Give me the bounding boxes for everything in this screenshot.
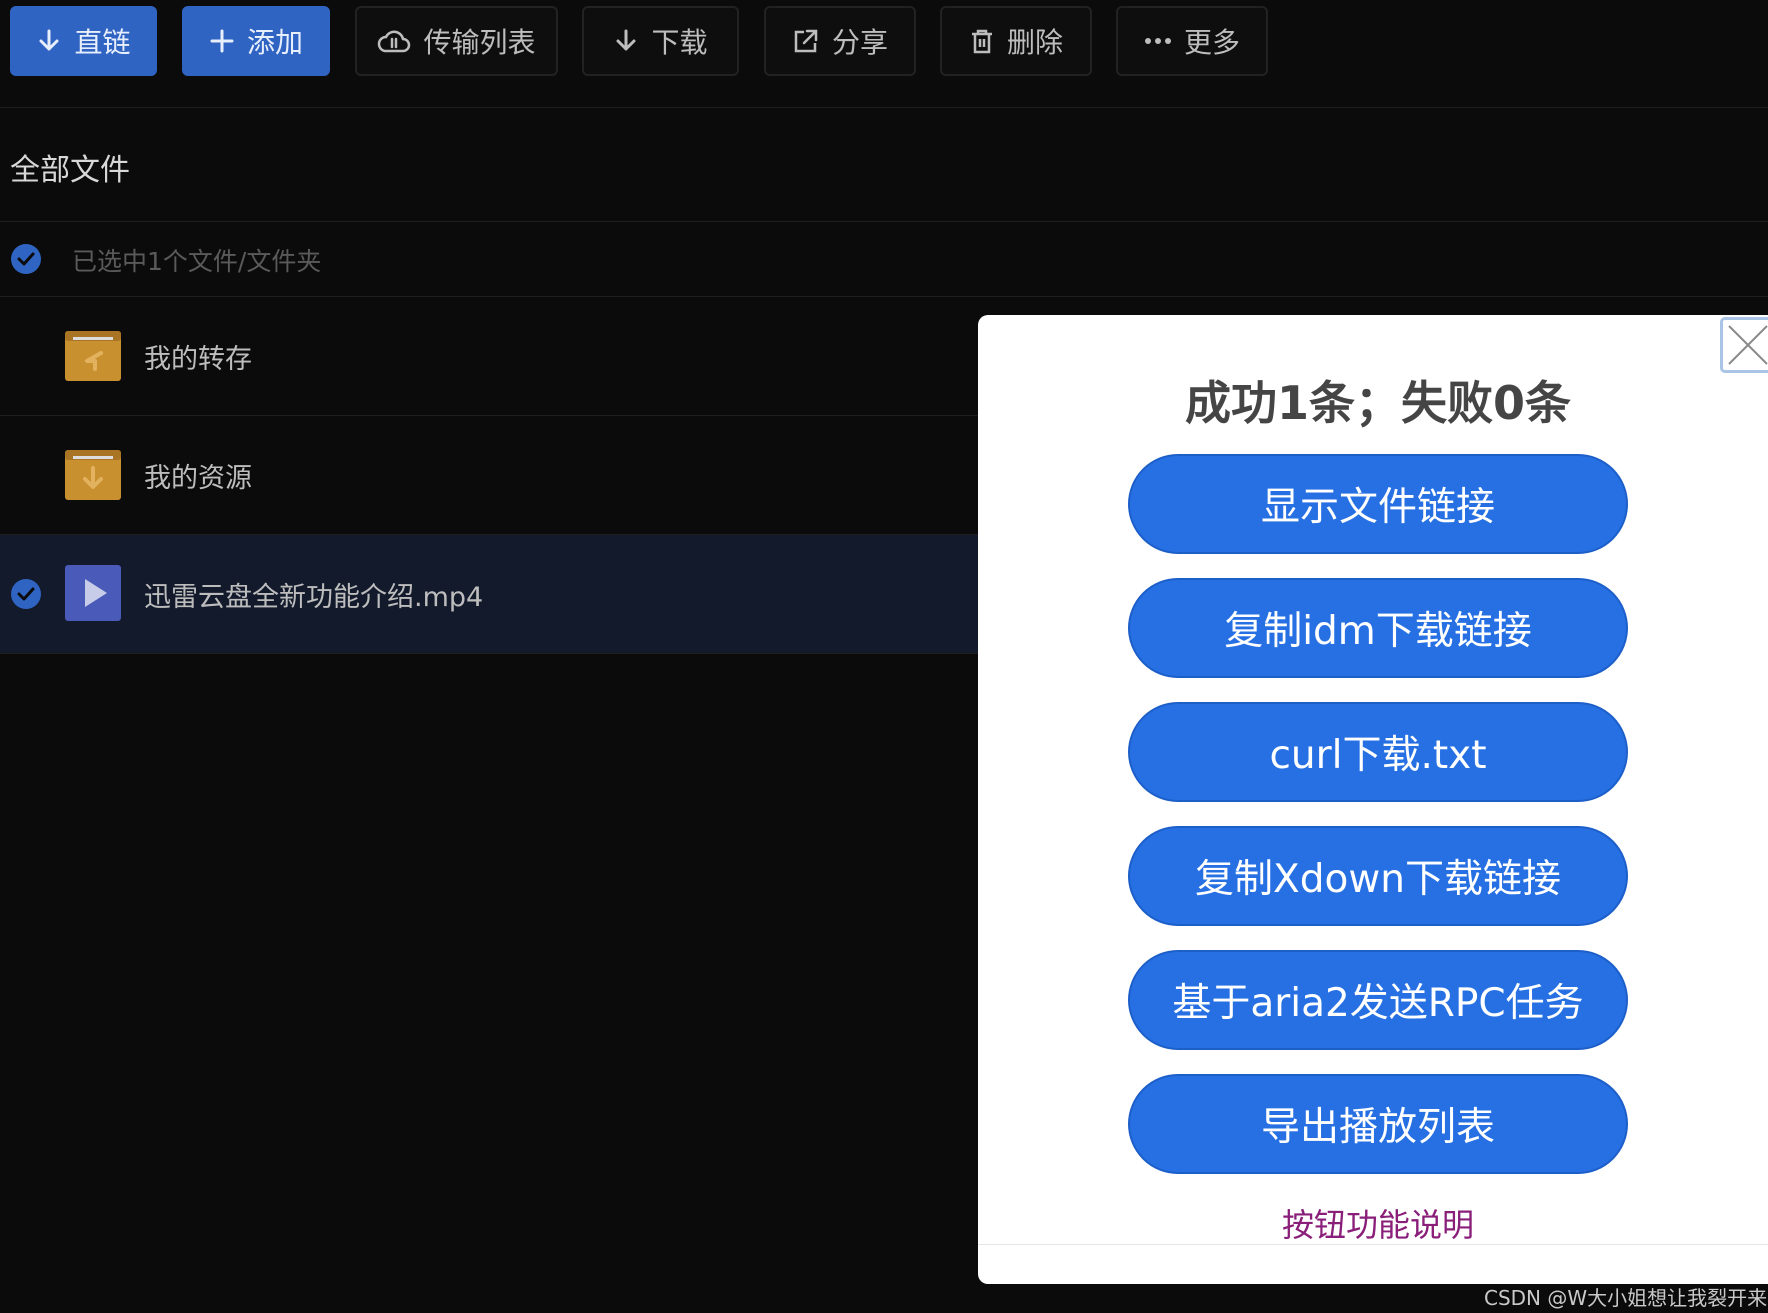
copy-idm-link-button[interactable]: 复制idm下载链接: [1128, 578, 1628, 678]
button-help-link[interactable]: 按钮功能说明: [978, 1200, 1768, 1246]
more-dots-icon: [1144, 38, 1171, 44]
file-name: 迅雷云盘全新功能介绍.mp4: [144, 582, 484, 613]
copy-xdown-link-button[interactable]: 复制Xdown下载链接: [1128, 826, 1628, 926]
folder-transfer-icon: [65, 331, 121, 381]
toolbar: 直链 添加 传输列表 下载 分享 删除 更多: [0, 0, 1768, 108]
transfer-list-button[interactable]: 传输列表: [355, 6, 558, 76]
modal-divider: [978, 1244, 1768, 1245]
file-row[interactable]: 我的转存: [0, 297, 980, 416]
selection-count-text: 已选中1个文件/文件夹: [72, 247, 322, 276]
more-button[interactable]: 更多: [1116, 6, 1268, 76]
transfer-list-label: 传输列表: [423, 26, 536, 59]
link-modal: 成功1条；失败0条 显示文件链接 复制idm下载链接 curl下载.txt 复制…: [978, 315, 1768, 1284]
video-play-icon: [65, 565, 121, 621]
file-checkbox[interactable]: [11, 579, 41, 609]
trash-icon: [971, 29, 992, 54]
delete-label: 删除: [1006, 26, 1063, 59]
breadcrumb[interactable]: 全部文件: [10, 145, 130, 189]
arrow-down-icon: [616, 29, 636, 51]
cloud-transfer-icon: [378, 30, 411, 53]
selection-bar: 已选中1个文件/文件夹: [0, 222, 1768, 296]
curl-download-txt-button[interactable]: curl下载.txt: [1128, 702, 1628, 802]
watermark: CSDN @W大小姐想让我裂开来: [1484, 1286, 1768, 1310]
select-all-checkbox[interactable]: [11, 244, 41, 274]
close-button[interactable]: [1720, 317, 1768, 373]
export-playlist-button[interactable]: 导出播放列表: [1128, 1074, 1628, 1174]
direct-link-button[interactable]: 直链: [10, 6, 157, 76]
add-button[interactable]: 添加: [182, 6, 330, 76]
arrow-down-icon: [39, 29, 59, 51]
share-icon: [794, 29, 818, 53]
check-icon: [17, 252, 35, 266]
file-name: 我的转存: [144, 344, 252, 375]
folder-download-icon: [65, 450, 121, 500]
delete-button[interactable]: 删除: [940, 6, 1092, 76]
close-icon: [1728, 325, 1768, 365]
check-icon: [17, 587, 35, 601]
aria2-rpc-button[interactable]: 基于aria2发送RPC任务: [1128, 950, 1628, 1050]
more-label: 更多: [1183, 26, 1240, 59]
download-button[interactable]: 下载: [582, 6, 739, 76]
add-label: 添加: [246, 26, 303, 59]
direct-link-label: 直链: [74, 26, 131, 59]
share-button[interactable]: 分享: [764, 6, 916, 76]
file-name: 我的资源: [144, 463, 252, 494]
plus-icon: [210, 29, 234, 53]
download-label: 下载: [651, 26, 708, 59]
file-row-selected[interactable]: 迅雷云盘全新功能介绍.mp4: [0, 535, 980, 654]
result-title: 成功1条；失败0条: [1184, 376, 1571, 430]
file-row[interactable]: 我的资源: [0, 416, 980, 535]
share-label: 分享: [831, 26, 888, 59]
show-file-link-button[interactable]: 显示文件链接: [1128, 454, 1628, 554]
